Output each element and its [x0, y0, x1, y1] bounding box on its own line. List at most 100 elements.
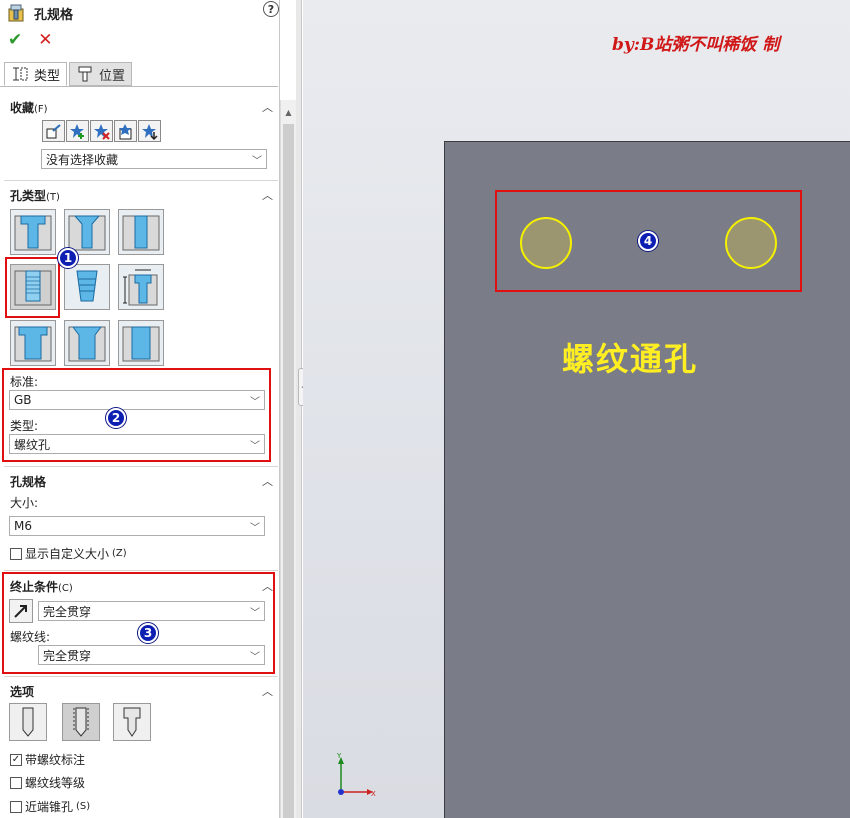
callout-badge-2: 2: [106, 408, 126, 428]
apply-defaults-icon: [46, 123, 61, 138]
countersink-icon: [68, 215, 106, 251]
chevron-down-icon: ﹀: [250, 523, 260, 534]
size-select[interactable]: M6 ﹀: [9, 516, 265, 536]
load-favorite-button[interactable]: [138, 120, 161, 142]
z-axis-dot: [338, 789, 344, 795]
countersink-slot-button[interactable]: [64, 320, 110, 366]
simple-hole-icon: [122, 215, 160, 251]
delete-favorite-button[interactable]: [90, 120, 113, 142]
options-collapse-icon[interactable]: ︿: [262, 683, 273, 699]
hole-wizard-icon: [8, 4, 24, 22]
highlight-box-end-condition: [2, 572, 275, 674]
hole-type-section-title[interactable]: 孔类型(T): [10, 187, 60, 204]
favorites-select[interactable]: 没有选择收藏 ﹀: [41, 149, 267, 169]
favorites-title-text: 收藏: [10, 101, 35, 115]
hole-spec-section-title[interactable]: 孔规格: [10, 473, 46, 490]
ok-button[interactable]: ✔: [8, 30, 22, 50]
ok-cancel-bar: ✔ ✕: [8, 30, 53, 50]
hole-spec-title-text: 孔规格: [10, 475, 47, 489]
tab-position[interactable]: 位置: [69, 62, 133, 86]
callout-badge-1: 1: [58, 248, 78, 268]
thread-callout-label: 带螺纹标注: [25, 753, 86, 767]
pipe-tap-button[interactable]: [64, 264, 110, 310]
delete-favorite-icon: [94, 123, 110, 140]
hole-type-collapse-icon[interactable]: ︿: [262, 187, 273, 203]
add-favorite-button[interactable]: [66, 120, 89, 142]
panel-tabs: 类型 位置: [4, 62, 133, 86]
options-section-title[interactable]: 选项: [10, 683, 34, 700]
hole-type-title-text: 孔类型: [10, 189, 47, 203]
legacy-hole-icon: [123, 269, 158, 306]
countersink-slot-icon: [68, 326, 106, 362]
simple-hole-button[interactable]: [118, 209, 164, 255]
custom-size-label: 显示自定义大小: [25, 547, 110, 561]
type-tab-icon: [13, 67, 28, 81]
load-favorite-icon: [142, 123, 158, 140]
hole-type-shortcut: (T): [46, 192, 60, 203]
size-label: 大小:: [10, 496, 39, 510]
custom-size-checkbox[interactable]: 显示自定义大小 (Z): [10, 545, 127, 562]
panel-scrollbar[interactable]: ▲: [280, 100, 296, 818]
annotation-label: 螺纹通孔: [562, 340, 699, 378]
thread-remove-button[interactable]: [62, 703, 100, 741]
panel-splitter[interactable]: [296, 0, 302, 818]
scrollbar-thumb[interactable]: [283, 124, 294, 818]
counterbore-icon: [14, 215, 52, 251]
near-side-countersink-label: 近端锥孔: [25, 800, 74, 814]
size-select-value: M6: [14, 519, 32, 533]
section-divider: [4, 570, 278, 571]
near-side-countersink-checkbox[interactable]: 近端锥孔 (S): [10, 798, 90, 815]
favorites-select-value: 没有选择收藏: [46, 152, 119, 167]
favorites-collapse-icon[interactable]: ︿: [262, 99, 273, 115]
save-favorite-icon: [119, 123, 132, 139]
save-favorite-button[interactable]: [114, 120, 137, 142]
checkbox-box[interactable]: [10, 776, 22, 789]
favorites-section-title[interactable]: 收藏(F): [10, 99, 48, 116]
hole-spec-collapse-icon[interactable]: ︿: [262, 473, 273, 489]
y-axis-label: Y: [336, 752, 342, 760]
highlight-box-standard-type: [2, 368, 271, 462]
cancel-button[interactable]: ✕: [38, 30, 52, 50]
feature-title-row: 孔规格: [8, 3, 279, 23]
highlight-box-hole-type: [5, 257, 60, 318]
counterbore-slot-icon: [14, 326, 52, 362]
reference-triad: Y X: [336, 752, 376, 798]
options-title-text: 选项: [10, 685, 35, 699]
callout-badge-3: 3: [138, 623, 158, 643]
legacy-hole-button[interactable]: [118, 264, 164, 310]
scroll-up-icon[interactable]: ▲: [281, 102, 296, 122]
tab-position-label: 位置: [99, 68, 126, 84]
tab-type-label: 类型: [34, 68, 61, 84]
thread-class-checkbox[interactable]: 螺纹线等级: [10, 774, 85, 791]
near-side-shortcut: (S): [76, 801, 91, 812]
callout-badge-4: 4: [638, 231, 658, 251]
chevron-down-icon: ﹀: [252, 156, 262, 167]
thread-callout-checkbox[interactable]: ✓ 带螺纹标注: [10, 751, 85, 768]
thread-cut-button[interactable]: [113, 703, 151, 741]
help-icon[interactable]: ?: [263, 1, 279, 17]
thread-cosmetic-button[interactable]: [9, 703, 47, 741]
slot-icon: [122, 326, 160, 362]
section-divider: [4, 180, 278, 181]
favorites-shortcut: (F): [34, 104, 48, 115]
tab-divider: [0, 86, 278, 87]
apply-defaults-button[interactable]: [42, 120, 65, 142]
checkbox-box[interactable]: [10, 800, 22, 813]
checkbox-box[interactable]: ✓: [10, 753, 22, 766]
checkbox-box[interactable]: [10, 547, 22, 560]
tap-drill-icon: [73, 707, 89, 737]
counterbore-slot-button[interactable]: [10, 320, 56, 366]
pipe-tap-icon: [76, 270, 98, 302]
favorites-toolbar: [42, 120, 161, 142]
author-watermark: by:B站粥不叫稀饭 制: [612, 35, 780, 55]
thread-class-label: 螺纹线等级: [25, 776, 86, 790]
custom-size-shortcut: (Z): [112, 548, 127, 559]
counterbore-button[interactable]: [10, 209, 56, 255]
add-favorite-icon: [70, 123, 84, 139]
slot-button[interactable]: [118, 320, 164, 366]
thread-cut-icon: [123, 707, 141, 737]
panel-title: 孔规格: [34, 7, 74, 23]
position-tab-icon: [78, 66, 92, 82]
x-axis-label: X: [371, 790, 376, 798]
tab-type[interactable]: 类型: [4, 62, 68, 86]
